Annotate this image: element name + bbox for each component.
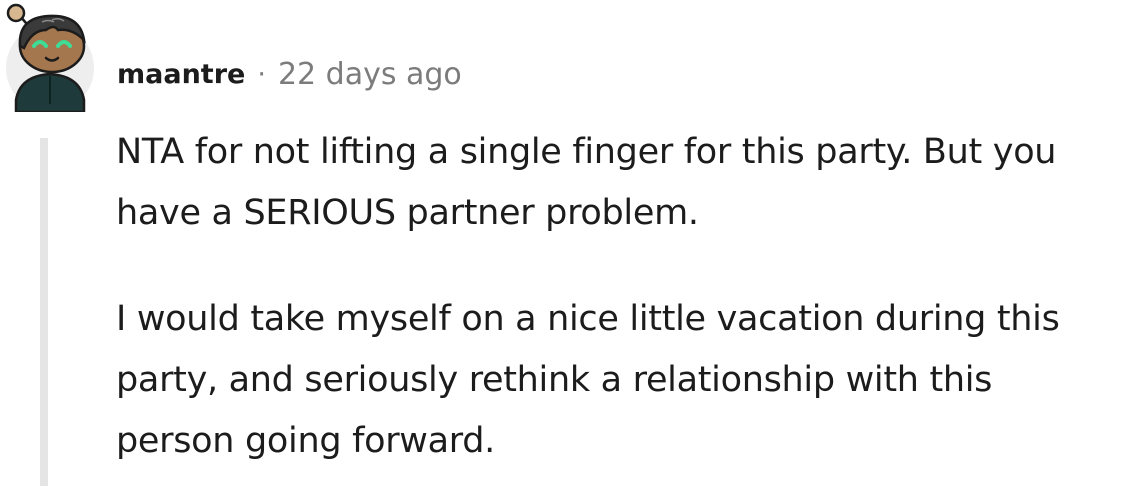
comment: maantre · 22 days ago NTA for not liftin… (0, 0, 1122, 486)
comment-header: maantre · 22 days ago (117, 52, 462, 96)
snoo-avatar-icon (6, 3, 94, 114)
comment-paragraph: I would take myself on a nice little vac… (116, 299, 1060, 461)
username-link[interactable]: maantre (117, 59, 245, 90)
thread-collapse-line[interactable] (40, 138, 48, 486)
comment-paragraph: NTA for not lifting a single finger for … (116, 132, 1057, 233)
meta-separator: · (257, 58, 266, 90)
comment-timestamp[interactable]: 22 days ago (278, 57, 462, 92)
comment-body: NTA for not lifting a single finger for … (116, 122, 1116, 472)
avatar[interactable] (2, 0, 98, 114)
